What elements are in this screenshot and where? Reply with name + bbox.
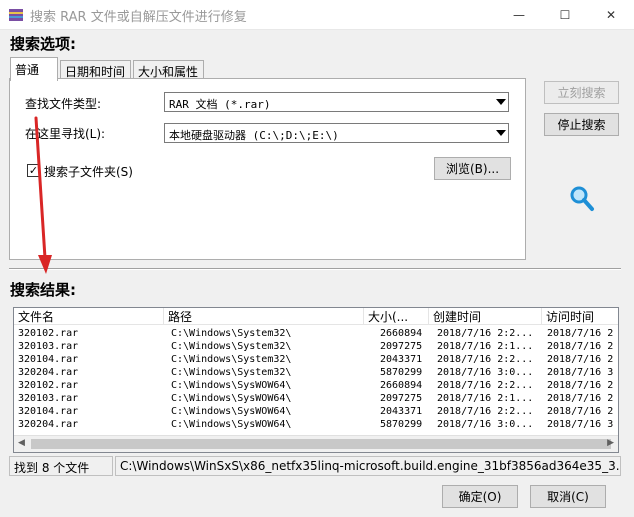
accessed-cell: 2018/7/16 3 <box>547 419 614 430</box>
size-cell: 2660894 <box>380 328 423 339</box>
chevron-down-icon <box>496 130 506 136</box>
accessed-cell: 2018/7/16 3 <box>547 367 614 378</box>
tab-size-attributes[interactable]: 大小和属性 <box>133 60 204 80</box>
table-row[interactable]: 320204.rar C:\Windows\System32\ 5870299 … <box>14 366 618 379</box>
minimize-icon: — <box>513 8 525 22</box>
subfolder-checkbox[interactable]: ✓ <box>27 164 40 177</box>
title-bar: 搜索 RAR 文件或自解压文件进行修复 — ☐ ✕ <box>0 0 634 30</box>
table-row[interactable]: 320102.rar C:\Windows\System32\ 2660894 … <box>14 327 618 340</box>
file-name-cell: 320104.rar <box>18 354 79 365</box>
accessed-cell: 2018/7/16 2 <box>547 354 614 365</box>
cancel-button[interactable]: 取消(C) <box>530 485 606 508</box>
size-cell: 2043371 <box>380 406 423 417</box>
location-value: 本地硬盘驱动器 (C:\;D:\;E:\) <box>169 129 339 142</box>
file-name-cell: 320204.rar <box>18 367 79 378</box>
created-cell: 2018/7/16 2:1... <box>437 393 534 404</box>
path-cell: C:\Windows\SysWOW64\ <box>171 380 292 391</box>
scroll-left-icon[interactable]: ◀ <box>18 438 25 448</box>
column-header-created[interactable]: 创建时间 <box>429 308 542 325</box>
table-row[interactable]: 320204.rar C:\Windows\SysWOW64\ 5870299 … <box>14 418 618 431</box>
created-cell: 2018/7/16 2:2... <box>437 406 534 417</box>
scroll-right-icon[interactable]: ▶ <box>607 438 614 448</box>
file-type-label: 查找文件类型: <box>25 97 102 111</box>
table-row[interactable]: 320102.rar C:\Windows\SysWOW64\ 2660894 … <box>14 379 618 392</box>
path-cell: C:\Windows\System32\ <box>171 354 292 365</box>
section-divider <box>9 268 621 270</box>
file-name-cell: 320204.rar <box>18 419 79 430</box>
search-options-heading: 搜索选项: <box>10 35 76 53</box>
file-name-cell: 320104.rar <box>18 406 79 417</box>
created-cell: 2018/7/16 3:0... <box>437 367 534 378</box>
column-header-size[interactable]: 大小(... <box>364 308 429 325</box>
maximize-button[interactable]: ☐ <box>542 0 588 30</box>
table-row[interactable]: 320103.rar C:\Windows\SysWOW64\ 2097275 … <box>14 392 618 405</box>
accessed-cell: 2018/7/16 2 <box>547 393 614 404</box>
close-button[interactable]: ✕ <box>588 0 634 30</box>
path-cell: C:\Windows\SysWOW64\ <box>171 419 292 430</box>
path-cell: C:\Windows\System32\ <box>171 328 292 339</box>
magnifier-icon <box>570 186 594 211</box>
column-header-accessed[interactable]: 访问时间 <box>542 308 618 325</box>
table-row[interactable]: 320104.rar C:\Windows\System32\ 2043371 … <box>14 353 618 366</box>
column-header-path[interactable]: 路径 <box>164 308 364 325</box>
file-name-cell: 320102.rar <box>18 380 79 391</box>
scrollbar-thumb[interactable] <box>31 439 611 449</box>
table-row[interactable]: 320103.rar C:\Windows\System32\ 2097275 … <box>14 340 618 353</box>
path-cell: C:\Windows\System32\ <box>171 341 292 352</box>
file-type-value: RAR 文档 (*.rar) <box>169 98 271 111</box>
status-bar: 找到 8 个文件 C:\Windows\WinSxS\x86_netfx35li… <box>9 456 621 476</box>
accessed-cell: 2018/7/16 2 <box>547 406 614 417</box>
ok-button[interactable]: 确定(O) <box>442 485 518 508</box>
created-cell: 2018/7/16 3:0... <box>437 419 534 430</box>
accessed-cell: 2018/7/16 2 <box>547 341 614 352</box>
file-name-cell: 320102.rar <box>18 328 79 339</box>
created-cell: 2018/7/16 2:2... <box>437 354 534 365</box>
chevron-down-icon <box>496 99 506 105</box>
file-name-cell: 320103.rar <box>18 393 79 404</box>
size-cell: 2097275 <box>380 341 423 352</box>
maximize-icon: ☐ <box>559 8 571 22</box>
stop-search-button[interactable]: 停止搜索 <box>544 113 619 136</box>
search-results-heading: 搜索结果: <box>10 281 76 299</box>
accessed-cell: 2018/7/16 2 <box>547 328 614 339</box>
size-cell: 2097275 <box>380 393 423 404</box>
table-row[interactable]: 320104.rar C:\Windows\SysWOW64\ 2043371 … <box>14 405 618 418</box>
created-cell: 2018/7/16 2:2... <box>437 380 534 391</box>
search-now-button[interactable]: 立刻搜索 <box>544 81 619 104</box>
column-header-filename[interactable]: 文件名 <box>14 308 164 325</box>
tab-date-time[interactable]: 日期和时间 <box>60 60 131 80</box>
accessed-cell: 2018/7/16 2 <box>547 380 614 391</box>
minimize-button[interactable]: — <box>496 0 542 30</box>
location-label: 在这里寻找(L): <box>25 127 106 141</box>
browse-button[interactable]: 浏览(B)... <box>434 157 511 180</box>
size-cell: 2660894 <box>380 380 423 391</box>
file-name-cell: 320103.rar <box>18 341 79 352</box>
found-count: 找到 8 个文件 <box>9 456 113 476</box>
path-cell: C:\Windows\System32\ <box>171 367 292 378</box>
size-cell: 2043371 <box>380 354 423 365</box>
size-cell: 5870299 <box>380 419 423 430</box>
location-select[interactable]: 本地硬盘驱动器 (C:\;D:\;E:\) <box>164 123 509 143</box>
current-search-path: C:\Windows\WinSxS\x86_netfx35linq-micros… <box>115 456 621 476</box>
tab-general[interactable]: 普通 <box>10 57 58 81</box>
results-list[interactable]: 文件名 路径 大小(... 创建时间 访问时间 320102.rar C:\Wi… <box>13 307 619 453</box>
rar-app-icon <box>9 9 23 21</box>
close-icon: ✕ <box>605 8 617 22</box>
subfolder-label: 搜索子文件夹(S) <box>44 165 133 179</box>
created-cell: 2018/7/16 2:2... <box>437 328 534 339</box>
window-title: 搜索 RAR 文件或自解压文件进行修复 <box>30 10 247 25</box>
created-cell: 2018/7/16 2:1... <box>437 341 534 352</box>
size-cell: 5870299 <box>380 367 423 378</box>
file-type-select[interactable]: RAR 文档 (*.rar) <box>164 92 509 112</box>
path-cell: C:\Windows\SysWOW64\ <box>171 393 292 404</box>
path-cell: C:\Windows\SysWOW64\ <box>171 406 292 417</box>
horizontal-scrollbar[interactable]: ◀ ▶ <box>14 435 618 452</box>
